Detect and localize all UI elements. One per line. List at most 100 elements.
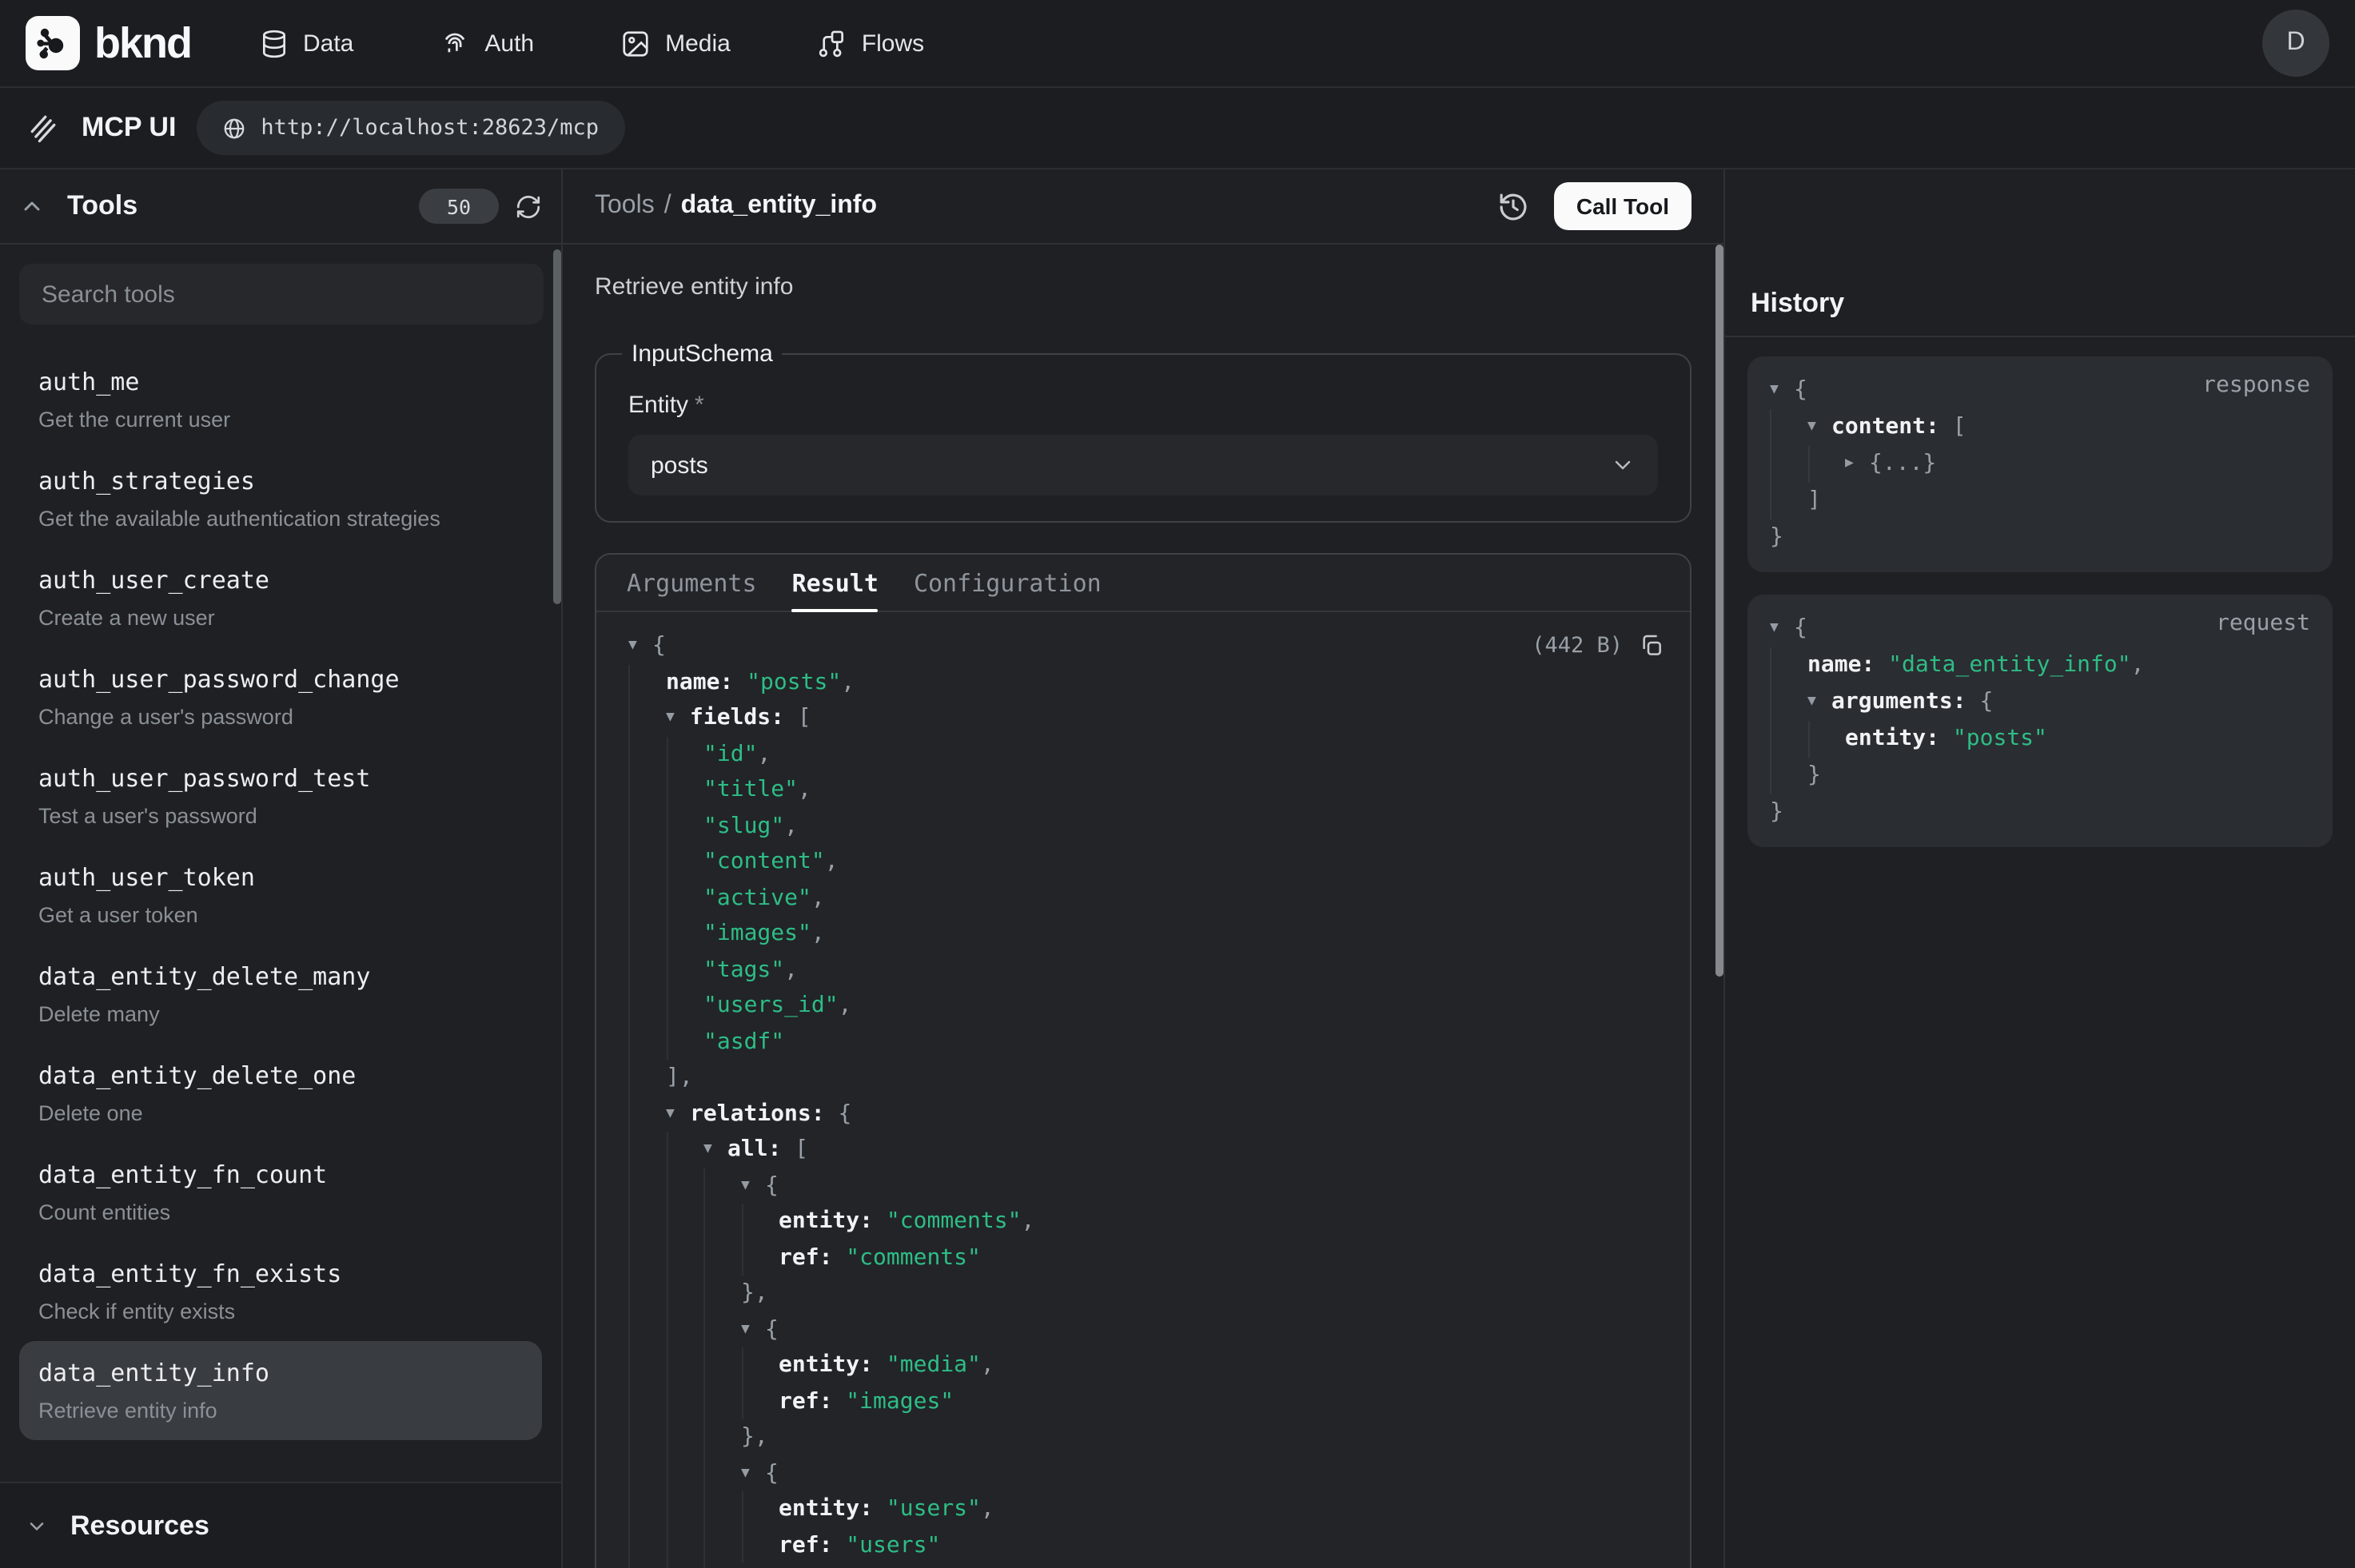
tool-list-item[interactable]: data_entity_infoRetrieve entity info <box>19 1341 542 1440</box>
nav-label: Auth <box>484 30 534 57</box>
nav-item-data[interactable]: Data <box>258 28 353 58</box>
json-key: all: <box>727 1136 781 1162</box>
mcp-url-pill[interactable]: http://localhost:28623/mcp <box>197 101 624 155</box>
tab-result[interactable]: Result <box>792 555 879 611</box>
json-line: }, <box>628 1419 1664 1455</box>
json-punct: }, <box>741 1280 768 1306</box>
json-punct: } <box>1770 799 1783 825</box>
json-toggle-icon[interactable]: ▼ <box>1807 684 1831 721</box>
json-toggle-icon[interactable]: ▶ <box>1845 446 1869 483</box>
tool-list-item[interactable]: data_entity_delete_manyDelete many <box>19 945 542 1044</box>
indent-guide <box>741 1491 779 1527</box>
indent-guide <box>666 1204 703 1240</box>
tool-list-item[interactable]: auth_user_createCreate a new user <box>19 548 542 647</box>
history-toggle-button[interactable] <box>1496 189 1530 223</box>
json-string: "comments" <box>873 1208 1021 1234</box>
tool-list-item[interactable]: data_entity_fn_countCount entities <box>19 1143 542 1242</box>
indent-guide <box>628 664 666 700</box>
history-entry-response[interactable]: response ▼{▼content: [▶{...}]} <box>1747 356 2333 572</box>
json-line: "active", <box>628 880 1664 916</box>
header-actions: Call Tool <box>1496 182 1692 230</box>
tool-description: Delete many <box>38 1002 523 1028</box>
tool-list-item[interactable]: data_entity_fn_existsCheck if entity exi… <box>19 1242 542 1341</box>
json-toggle-icon[interactable]: ▼ <box>741 1455 765 1491</box>
tool-description: Retrieve entity info <box>595 272 1692 304</box>
nav-item-media[interactable]: Media <box>620 28 731 58</box>
indent-guide <box>628 1311 666 1347</box>
json-toggle-icon[interactable]: ▼ <box>703 1132 727 1168</box>
user-avatar[interactable]: D <box>2262 10 2329 77</box>
tools-section-title: Tools <box>67 190 137 222</box>
refresh-tools-button[interactable] <box>515 193 542 220</box>
indent-guide <box>1770 647 1807 684</box>
json-toggle-icon[interactable]: ▼ <box>741 1168 765 1204</box>
json-line: ▼relations: { <box>628 1096 1664 1132</box>
entity-select-value: posts <box>651 452 708 479</box>
json-string: "media" <box>873 1352 981 1378</box>
indent-guide <box>628 700 666 736</box>
indent-guide <box>666 880 703 916</box>
tab-arguments[interactable]: Arguments <box>627 555 757 611</box>
tab-configuration[interactable]: Configuration <box>914 555 1102 611</box>
nav-item-auth[interactable]: Auth <box>440 28 534 58</box>
database-icon <box>258 28 289 58</box>
json-string: "active" <box>703 885 811 910</box>
tool-list-item[interactable]: auth_meGet the current user <box>19 350 542 449</box>
json-toggle-icon[interactable]: ▼ <box>1807 409 1831 446</box>
json-line: entity: "users", <box>628 1491 1664 1527</box>
entity-select[interactable]: posts <box>628 435 1658 495</box>
indent-guide <box>628 844 666 880</box>
json-line: ▼{ <box>628 1455 1664 1491</box>
json-string: "images" <box>703 921 811 946</box>
copy-icon[interactable] <box>1639 633 1664 659</box>
json-key: ref: <box>779 1244 832 1270</box>
json-line: entity: "media", <box>628 1347 1664 1383</box>
json-toggle-icon[interactable]: ▼ <box>1770 372 1794 409</box>
breadcrumb-separator: / <box>664 192 671 221</box>
json-toggle-icon[interactable]: ▼ <box>666 1096 690 1132</box>
indent-guide <box>1770 483 1807 519</box>
indent-guide <box>628 808 666 844</box>
tool-name: data_entity_fn_count <box>38 1159 523 1191</box>
indent-guide <box>628 916 666 952</box>
nav-item-flows[interactable]: Flows <box>817 28 924 58</box>
history-entry-request[interactable]: request ▼{name: "data_entity_info",▼argu… <box>1747 595 2333 847</box>
breadcrumb-section[interactable]: Tools <box>595 192 655 221</box>
search-input[interactable] <box>19 264 544 324</box>
json-line: ref: "users" <box>628 1527 1664 1563</box>
indent-guide <box>666 1419 703 1455</box>
sidebar-scrollbar[interactable] <box>553 249 561 604</box>
indent-guide <box>628 1563 666 1568</box>
indent-guide <box>666 1311 703 1347</box>
indent-guide <box>628 1168 666 1204</box>
tool-list-item[interactable]: auth_user_password_testTest a user's pas… <box>19 746 542 846</box>
json-line: } <box>628 1563 1664 1568</box>
tool-list-item[interactable]: auth_user_tokenGet a user token <box>19 846 542 945</box>
tool-name: auth_me <box>38 366 523 398</box>
indent-guide <box>703 1347 741 1383</box>
collapse-tools-button[interactable] <box>19 193 45 219</box>
brand[interactable]: bknd <box>26 16 191 70</box>
indent-guide <box>666 844 703 880</box>
json-line: } <box>1770 519 2310 556</box>
json-toggle-icon[interactable]: ▼ <box>741 1311 765 1347</box>
tool-list-item[interactable]: data_entity_delete_oneDelete one <box>19 1044 542 1143</box>
json-string: "images" <box>832 1388 954 1414</box>
json-toggle-icon[interactable]: ▼ <box>628 628 652 664</box>
json-toggle-icon[interactable]: ▼ <box>1770 611 1794 647</box>
resources-section-header[interactable]: Resources <box>0 1482 561 1568</box>
bknd-logo-icon <box>26 16 80 70</box>
entity-field-label: Entity* <box>628 392 1658 419</box>
json-line: ref: "comments" <box>628 1240 1664 1275</box>
main-scrollbar[interactable] <box>1715 245 1723 977</box>
call-tool-button[interactable]: Call Tool <box>1554 182 1692 230</box>
indent-guide <box>666 1347 703 1383</box>
tool-list-item[interactable]: auth_user_password_changeChange a user's… <box>19 647 542 746</box>
json-toggle-icon[interactable]: ▼ <box>666 700 690 736</box>
tool-list-item[interactable]: auth_strategiesGet the available authent… <box>19 449 542 548</box>
tools-count-badge: 50 <box>419 189 499 224</box>
mcp-url: http://localhost:28623/mcp <box>261 115 599 141</box>
refresh-icon <box>515 193 542 220</box>
indent-guide <box>703 1168 741 1204</box>
tool-description: Retrieve entity info <box>38 1399 523 1424</box>
